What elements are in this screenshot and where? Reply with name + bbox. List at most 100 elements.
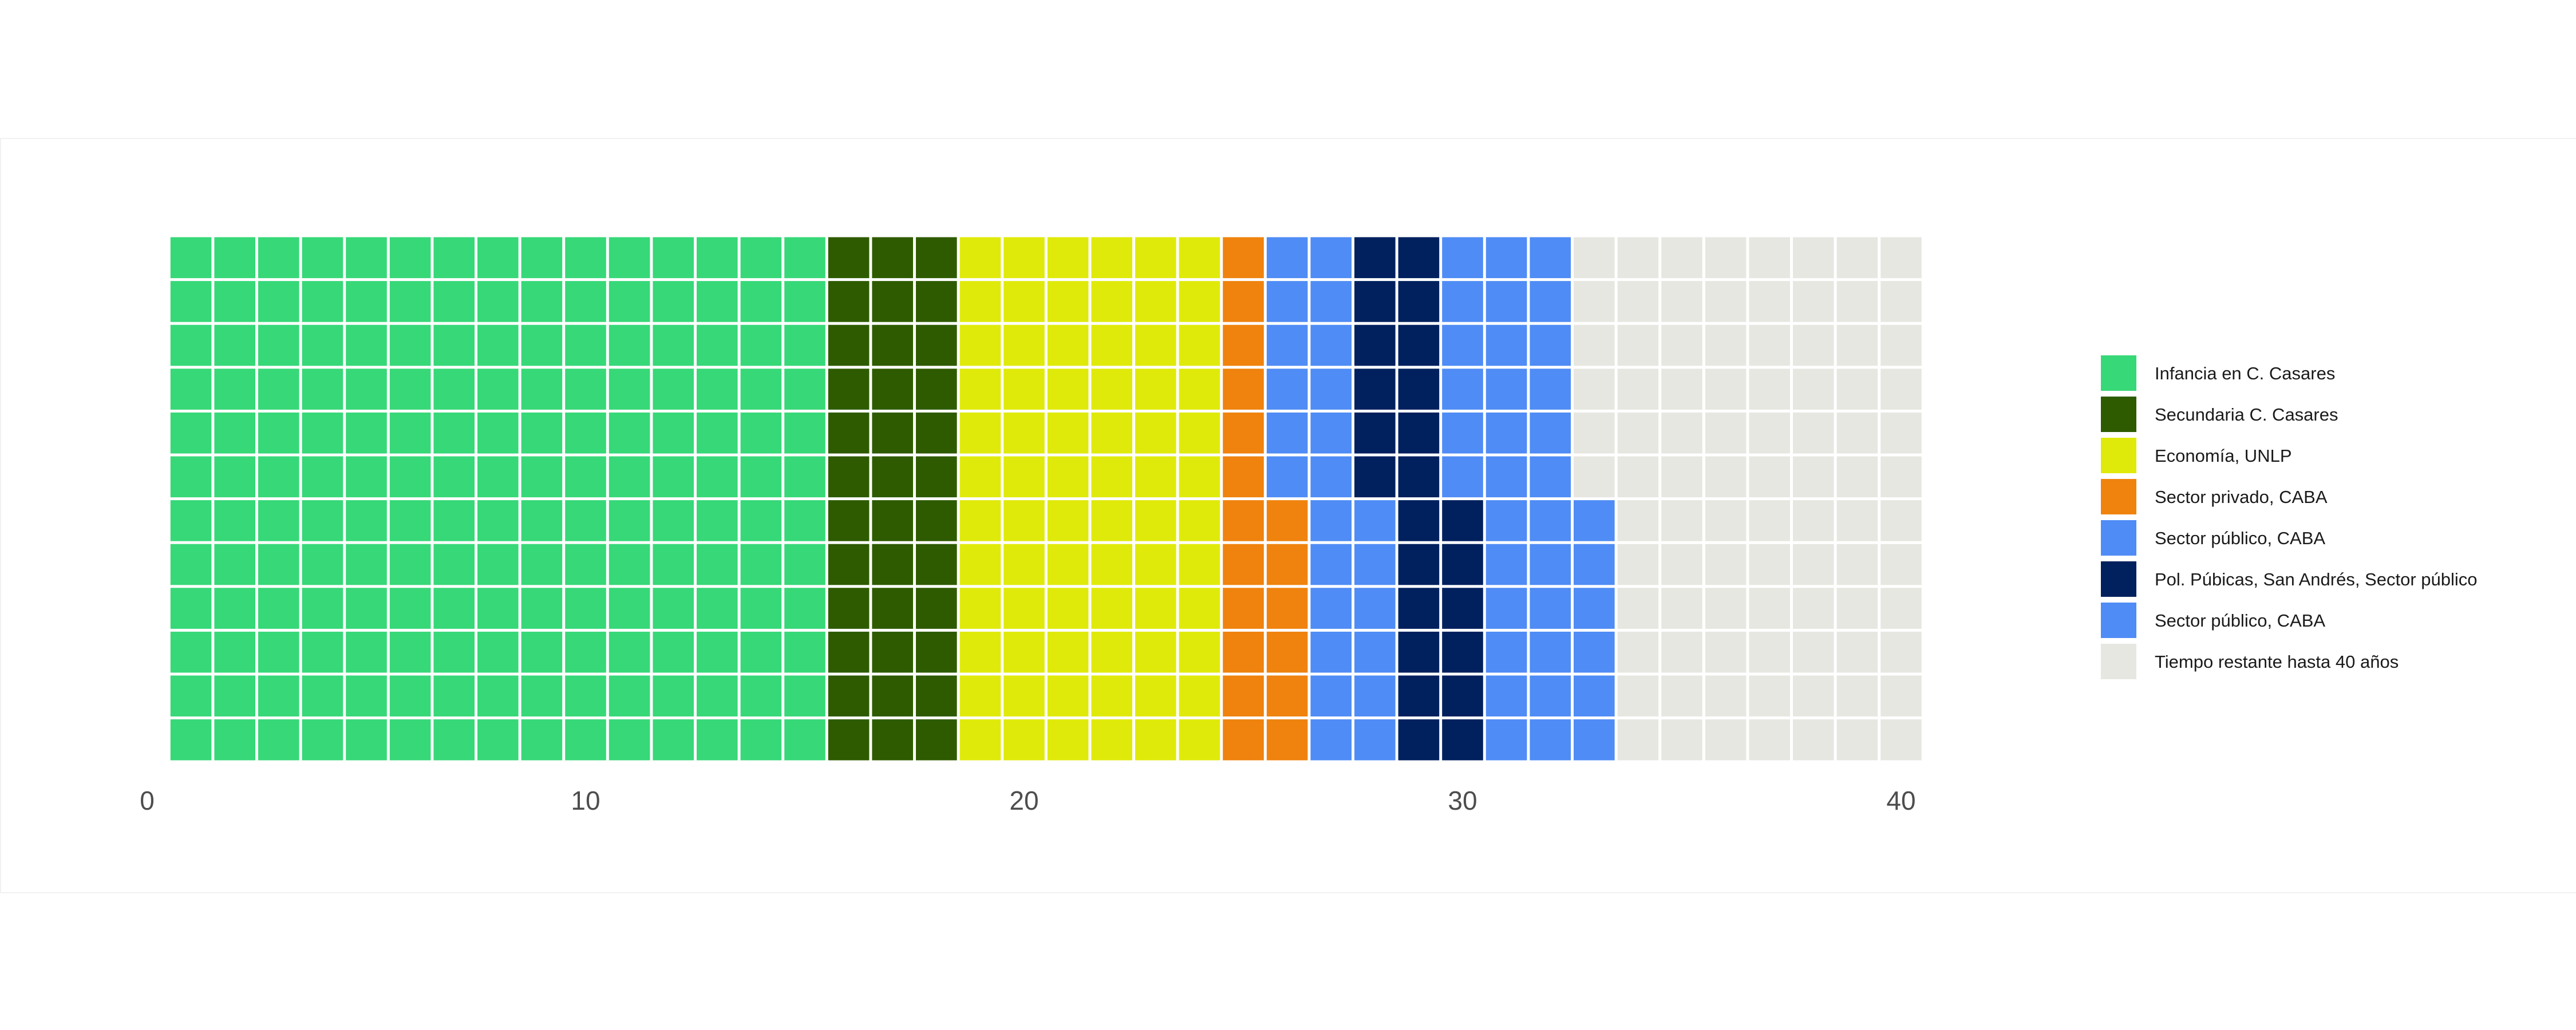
waffle-cell-series-7 (1880, 281, 1922, 322)
waffle-cell-series-7 (1749, 631, 1790, 673)
waffle-cell-series-7 (1574, 369, 1615, 410)
waffle-cell-series-2 (1047, 412, 1089, 454)
waffle-cell-series-2 (959, 631, 1001, 673)
waffle-cell-series-2 (1003, 369, 1045, 410)
waffle-cell-series-7 (1617, 456, 1659, 498)
waffle-cell-series-6 (1574, 500, 1615, 541)
waffle-cell-series-0 (784, 631, 825, 673)
waffle-cell-series-6 (1442, 412, 1483, 454)
waffle-cell-series-1 (916, 456, 957, 498)
waffle-cell-series-0 (389, 675, 431, 717)
waffle-cell-series-5 (1442, 631, 1483, 673)
waffle-cell-series-2 (1003, 412, 1045, 454)
waffle-cell-series-0 (170, 675, 212, 717)
waffle-cell-series-0 (565, 675, 606, 717)
waffle-cell-series-7 (1574, 281, 1615, 322)
waffle-cell-series-7 (1574, 456, 1615, 498)
waffle-cell-series-0 (784, 588, 825, 629)
waffle-cell-series-0 (258, 544, 299, 585)
waffle-cell-series-0 (433, 412, 475, 454)
waffle-cell-series-0 (258, 456, 299, 498)
waffle-cell-series-7 (1661, 631, 1702, 673)
waffle-cell-series-4 (1310, 544, 1352, 585)
legend-swatch (2101, 644, 2136, 679)
waffle-cell-series-7 (1661, 281, 1702, 322)
waffle-cell-series-0 (740, 456, 782, 498)
waffle-cell-series-7 (1880, 544, 1922, 585)
waffle-cell-series-7 (1661, 544, 1702, 585)
waffle-cell-series-5 (1398, 237, 1440, 279)
legend-label: Economía, UNLP (2155, 446, 2292, 466)
waffle-cell-series-0 (565, 631, 606, 673)
waffle-cell-series-2 (1091, 719, 1132, 760)
waffle-cell-series-0 (433, 719, 475, 760)
waffle-cell-series-7 (1793, 675, 1834, 717)
waffle-cell-series-6 (1485, 412, 1527, 454)
waffle-cell-series-7 (1749, 237, 1790, 279)
waffle-cell-series-0 (740, 588, 782, 629)
waffle-cell-series-4 (1310, 456, 1352, 498)
x-axis: 0 10 20 30 40 (140, 786, 1915, 815)
waffle-cell-series-7 (1836, 237, 1878, 279)
waffle-cell-series-1 (872, 412, 913, 454)
waffle-cell-series-0 (740, 544, 782, 585)
waffle-cell-series-0 (565, 588, 606, 629)
waffle-cell-series-0 (258, 281, 299, 322)
waffle-cell-series-7 (1880, 631, 1922, 673)
waffle-cell-series-0 (302, 324, 343, 366)
waffle-cell-series-5 (1398, 500, 1440, 541)
waffle-cell-series-0 (170, 631, 212, 673)
waffle-cell-series-2 (1091, 324, 1132, 366)
waffle-cell-series-6 (1485, 500, 1527, 541)
waffle-cell-series-7 (1836, 544, 1878, 585)
waffle-cell-series-2 (1179, 675, 1220, 717)
waffle-cell-series-3 (1266, 719, 1308, 760)
waffle-cell-series-0 (477, 500, 519, 541)
waffle-cell-series-0 (565, 544, 606, 585)
waffle-cell-series-2 (1135, 588, 1176, 629)
waffle-cell-series-7 (1617, 675, 1659, 717)
waffle-cell-series-0 (214, 369, 255, 410)
waffle-cell-series-5 (1398, 544, 1440, 585)
waffle-cell-series-0 (346, 324, 387, 366)
waffle-cell-series-7 (1793, 324, 1834, 366)
waffle-cell-series-6 (1530, 675, 1571, 717)
waffle-cell-series-1 (916, 719, 957, 760)
waffle-cell-series-3 (1223, 324, 1264, 366)
waffle-cell-series-3 (1223, 456, 1264, 498)
waffle-cell-series-0 (214, 412, 255, 454)
waffle-cell-series-5 (1398, 675, 1440, 717)
waffle-cell-series-5 (1398, 369, 1440, 410)
waffle-cell-series-1 (872, 369, 913, 410)
waffle-cell-series-0 (784, 500, 825, 541)
waffle-cell-series-0 (784, 719, 825, 760)
waffle-cell-series-3 (1223, 719, 1264, 760)
waffle-cell-series-4 (1354, 631, 1396, 673)
legend-label: Secundaria C. Casares (2155, 405, 2338, 425)
waffle-cell-series-5 (1442, 544, 1483, 585)
waffle-cell-series-2 (1135, 412, 1176, 454)
waffle-cell-series-7 (1705, 588, 1747, 629)
waffle-cell-series-7 (1574, 412, 1615, 454)
waffle-cell-series-0 (389, 631, 431, 673)
waffle-cell-series-0 (258, 631, 299, 673)
waffle-cell-series-5 (1398, 456, 1440, 498)
waffle-cell-series-7 (1749, 324, 1790, 366)
waffle-cell-series-0 (740, 500, 782, 541)
waffle-cell-series-6 (1485, 675, 1527, 717)
waffle-cell-series-1 (828, 500, 870, 541)
waffle-cell-series-4 (1310, 237, 1352, 279)
waffle-cell-series-0 (653, 544, 694, 585)
waffle-cell-series-0 (653, 369, 694, 410)
waffle-cell-series-1 (872, 631, 913, 673)
waffle-cell-series-7 (1836, 588, 1878, 629)
waffle-cell-series-7 (1661, 675, 1702, 717)
waffle-cell-series-5 (1398, 631, 1440, 673)
chart-panel: 0 10 20 30 40 Infancia en C. Casares Secundar… (0, 138, 2576, 893)
waffle-cell-series-1 (828, 281, 870, 322)
waffle-cell-series-7 (1661, 456, 1702, 498)
waffle-cell-series-0 (653, 588, 694, 629)
waffle-cell-series-0 (258, 719, 299, 760)
waffle-cell-series-7 (1880, 675, 1922, 717)
waffle-cell-series-2 (1091, 675, 1132, 717)
